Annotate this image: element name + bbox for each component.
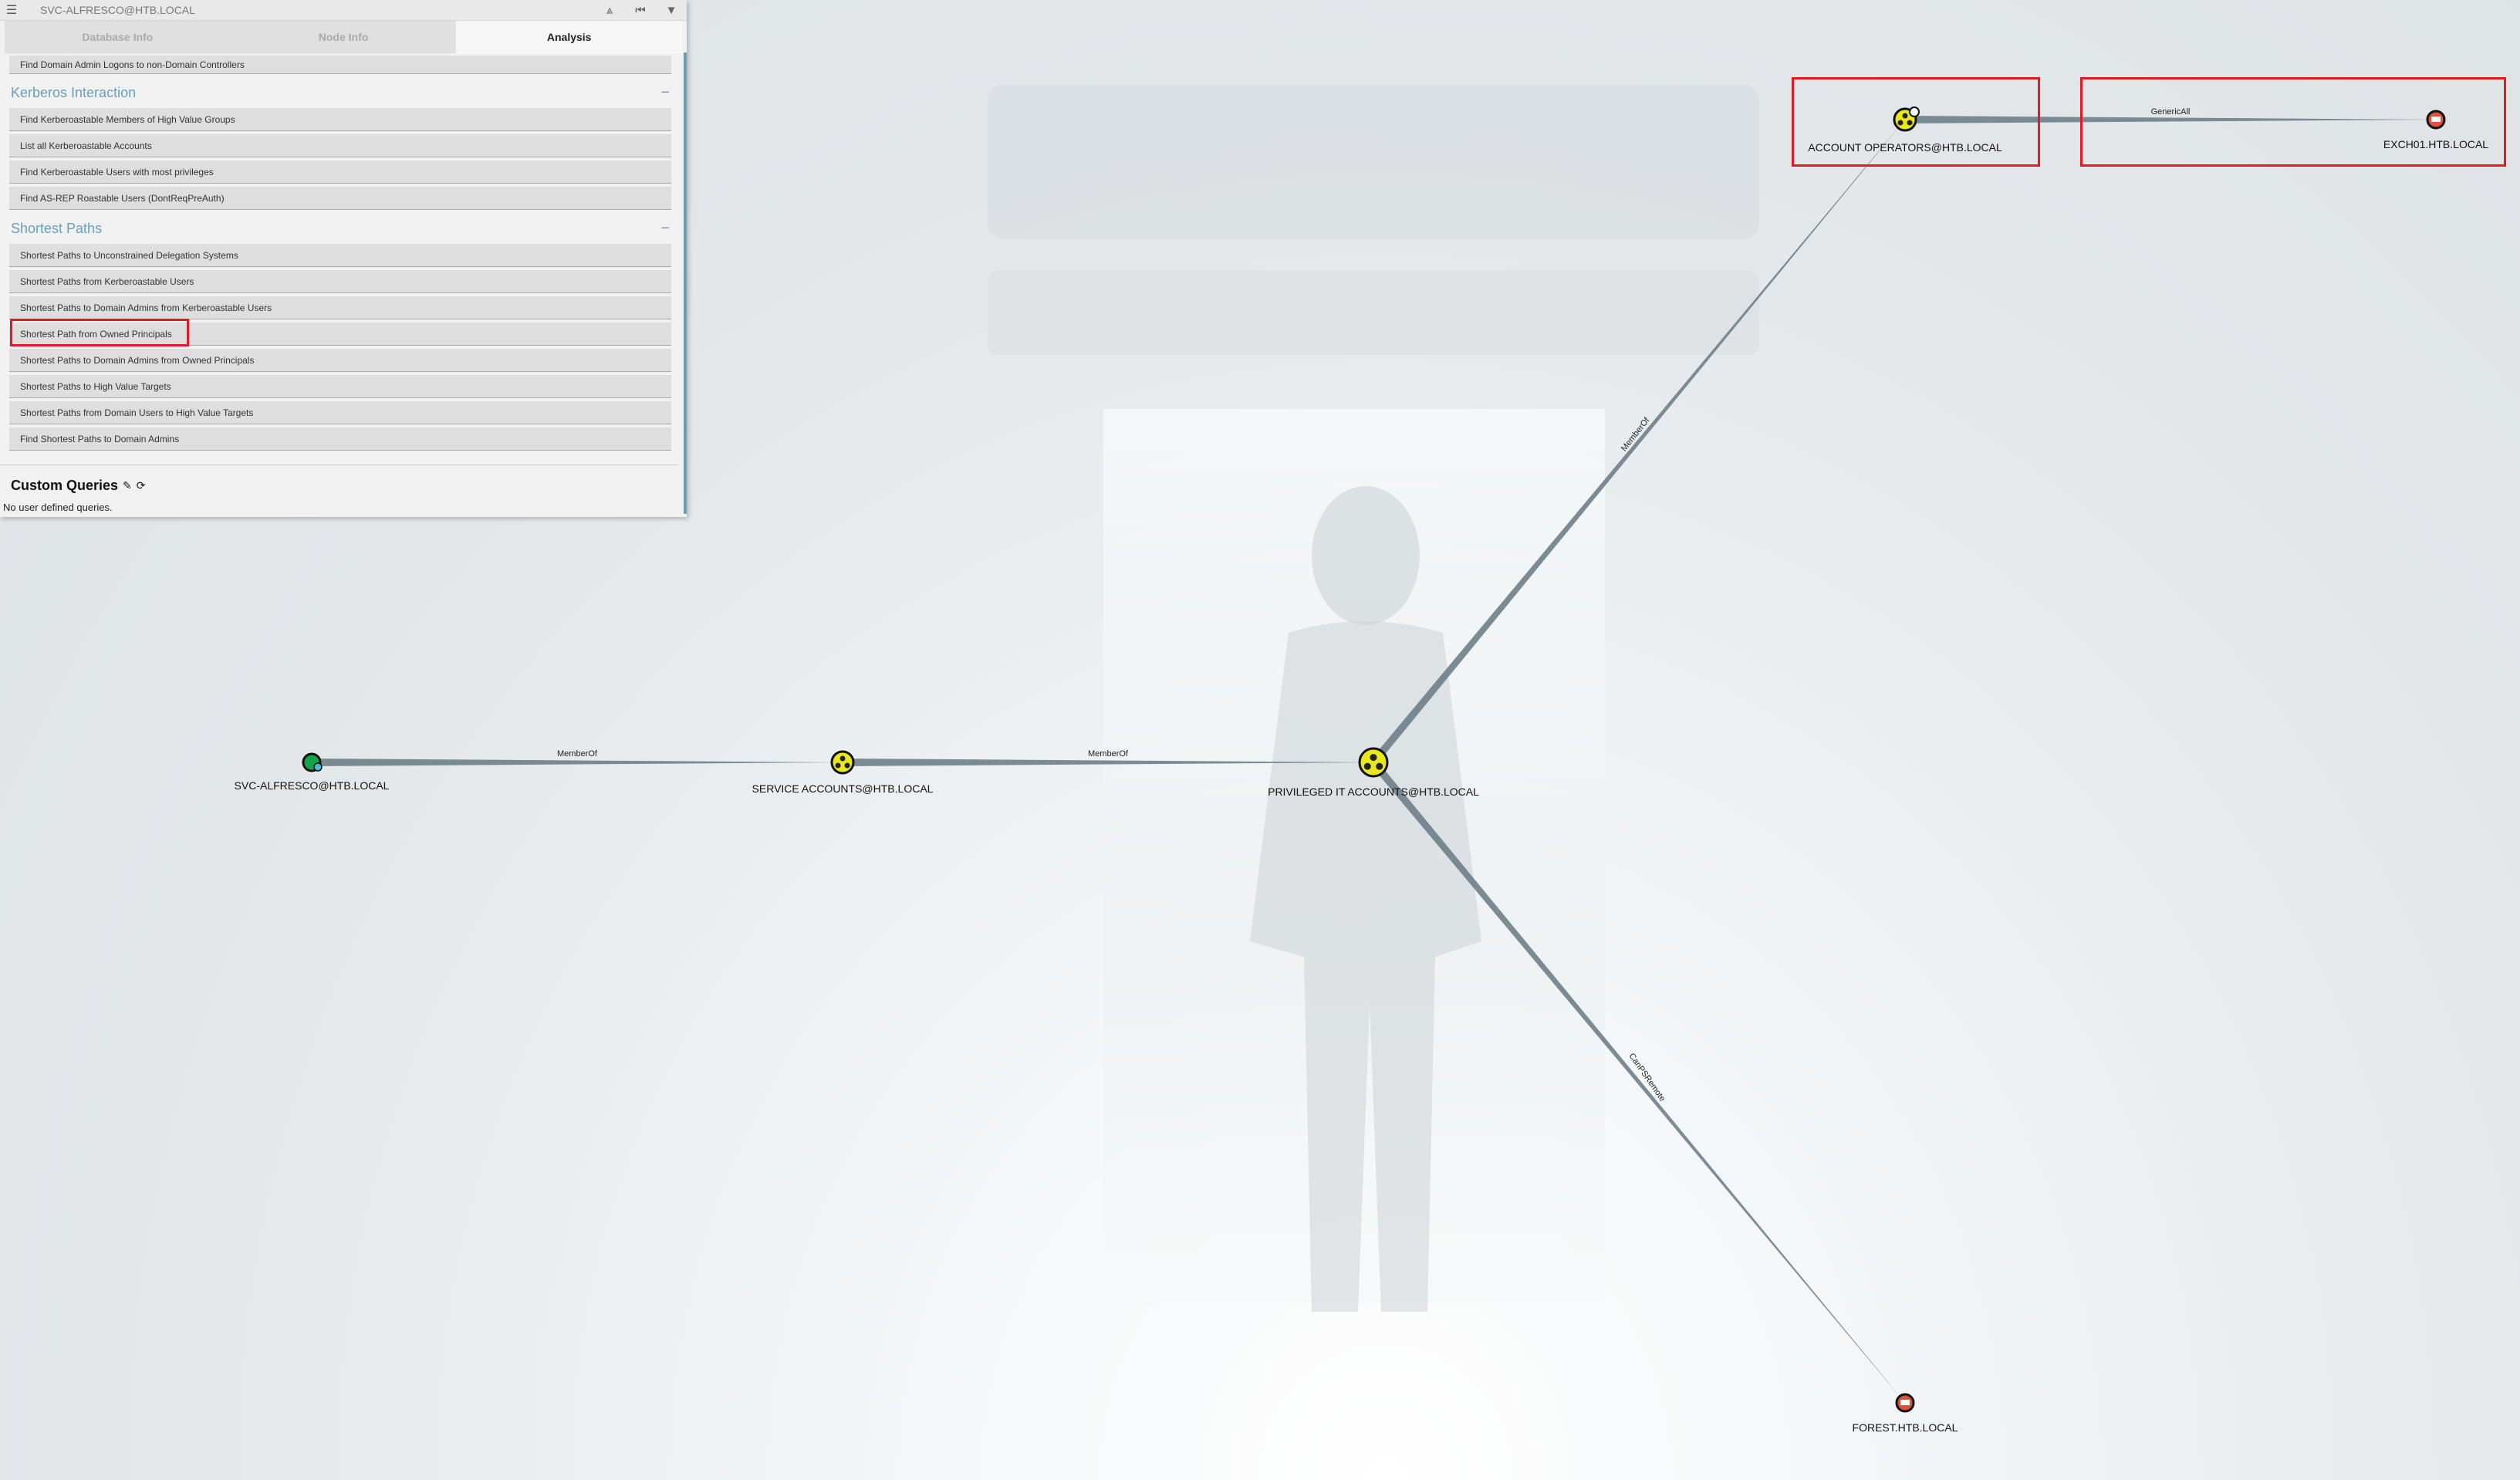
query-item[interactable]: Shortest Paths to High Value Targets xyxy=(9,375,671,398)
menu-icon[interactable]: ☰ xyxy=(0,2,23,18)
custom-queries-empty: No user defined queries. xyxy=(3,502,113,513)
query-item[interactable]: Shortest Paths to Domain Admins from Own… xyxy=(9,349,671,372)
tab-bar: Database Info Node Info Analysis xyxy=(5,21,683,53)
query-item[interactable]: Shortest Paths from Kerberoastable Users xyxy=(9,270,671,293)
node-label[interactable]: PRIVILEGED IT ACCOUNTS@HTB.LOCAL xyxy=(1268,786,1479,798)
edit-icon[interactable]: ✎ xyxy=(123,479,132,492)
collapse-icon[interactable]: − xyxy=(660,84,670,102)
query-item[interactable]: Shortest Paths from Domain Users to High… xyxy=(9,401,671,424)
section-kerberos-interaction[interactable]: Kerberos Interaction − xyxy=(5,77,677,108)
control-panel: ☰ ⩓ ⏮ ▼ Database Info Node Info Analysis… xyxy=(0,0,687,517)
node-pit[interactable] xyxy=(1358,747,1389,778)
custom-queries-header: Custom Queries ✎ ⟳ xyxy=(5,478,677,494)
tab-node-info[interactable]: Node Info xyxy=(231,21,457,53)
highlight-box-owned-principals-query xyxy=(10,319,189,346)
scrollbar[interactable] xyxy=(684,52,687,514)
query-item[interactable]: Shortest Paths to Unconstrained Delegati… xyxy=(9,244,671,267)
back-icon[interactable]: ⏮ xyxy=(625,4,656,17)
search-input[interactable] xyxy=(23,3,594,17)
edge-label: MemberOf xyxy=(557,749,598,759)
node-svc[interactable] xyxy=(302,752,323,772)
node-label[interactable]: FOREST.HTB.LOCAL xyxy=(1853,1421,1958,1434)
pathfinding-icon[interactable]: ⩓ xyxy=(594,4,625,17)
analysis-panel: Find Domain Admin Logons to non-Domain C… xyxy=(0,52,677,517)
query-item[interactable]: Shortest Paths to Domain Admins from Ker… xyxy=(9,296,671,319)
filter-icon[interactable]: ▼ xyxy=(656,4,687,17)
tab-analysis[interactable]: Analysis xyxy=(456,21,683,53)
edge-label: MemberOf xyxy=(1088,749,1129,759)
section-title: Shortest Paths xyxy=(11,220,103,236)
query-item[interactable]: List all Kerberoastable Accounts xyxy=(9,134,671,157)
query-item[interactable]: Find Shortest Paths to Domain Admins xyxy=(9,427,671,451)
edge-memberof[interactable] xyxy=(843,759,1373,766)
query-item[interactable]: Find Kerberoastable Users with most priv… xyxy=(9,161,671,184)
query-item[interactable]: Find Domain Admin Logons to non-Domain C… xyxy=(9,56,671,74)
node-label[interactable]: SVC-ALFRESCO@HTB.LOCAL xyxy=(235,779,390,792)
collapse-icon[interactable]: − xyxy=(660,220,670,238)
query-item[interactable]: Find AS-REP Roastable Users (DontReqPreA… xyxy=(9,187,671,210)
search-bar: ☰ ⩓ ⏮ ▼ xyxy=(0,0,687,21)
highlight-box-account-operators xyxy=(1792,77,2040,167)
node-forest[interactable] xyxy=(1895,1393,1915,1413)
tab-database-info[interactable]: Database Info xyxy=(5,21,231,53)
edge-memberof[interactable] xyxy=(1370,120,1905,765)
edge-memberof[interactable] xyxy=(312,759,843,766)
refresh-icon[interactable]: ⟳ xyxy=(137,479,146,492)
query-item[interactable]: Find Kerberoastable Members of High Valu… xyxy=(9,108,671,131)
section-title: Kerberos Interaction xyxy=(11,84,137,100)
custom-queries-title: Custom Queries xyxy=(11,478,119,493)
edge-canpsremote[interactable] xyxy=(1370,759,1905,1403)
node-sa[interactable] xyxy=(830,750,855,775)
node-label[interactable]: SERVICE ACCOUNTS@HTB.LOCAL xyxy=(752,782,934,795)
section-shortest-paths[interactable]: Shortest Paths − xyxy=(5,213,677,244)
highlight-box-genericall-exch01 xyxy=(2080,77,2506,167)
